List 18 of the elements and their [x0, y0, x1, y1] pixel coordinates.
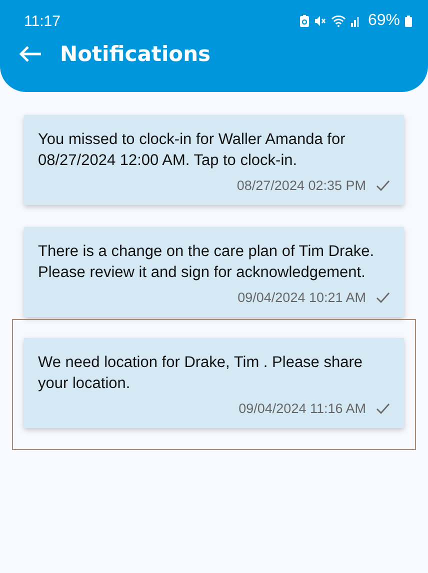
notification-message: There is a change on the care plan of Tim Drake. Please review it and sign for acknowledgement.	[38, 242, 376, 283]
status-time: 11:17	[24, 12, 60, 30]
notification-timestamp: 08/27/2024 02:35 PM	[236, 178, 366, 193]
battery-saver-icon	[300, 15, 309, 27]
notification-message: We need location for Drake, Tim . Please share your location.	[38, 353, 364, 394]
notification-card[interactable]: You missed to clock-in for Waller Amanda for 08/27/2024 12:00 AM. Tap to clock-in. 08/27/2024 02:35 PM	[24, 115, 404, 205]
notification-card[interactable]: There is a change on the care plan of Tim Drake. Please review it and sign for acknowledgement. 09/04/2024 10:21 AM	[24, 227, 404, 317]
wifi-icon	[330, 15, 346, 27]
back-arrow-icon	[18, 45, 42, 63]
notification-card[interactable]: We need location for Drake, Tim . Please share your location. 09/04/2024 11:16 AM	[24, 338, 404, 428]
mute-icon	[314, 15, 326, 27]
notification-message: You missed to clock-in for Waller Amanda for 08/27/2024 12:00 AM. Tap to clock-in.	[38, 130, 346, 171]
signal-icon	[350, 15, 361, 27]
notification-timestamp: 09/04/2024 11:16 AM	[238, 401, 366, 416]
page-title: Notifications	[60, 42, 211, 66]
notification-timestamp: 09/04/2024 10:21 AM	[238, 290, 366, 305]
battery-percent: 69%	[368, 12, 400, 30]
battery-icon	[405, 15, 412, 27]
